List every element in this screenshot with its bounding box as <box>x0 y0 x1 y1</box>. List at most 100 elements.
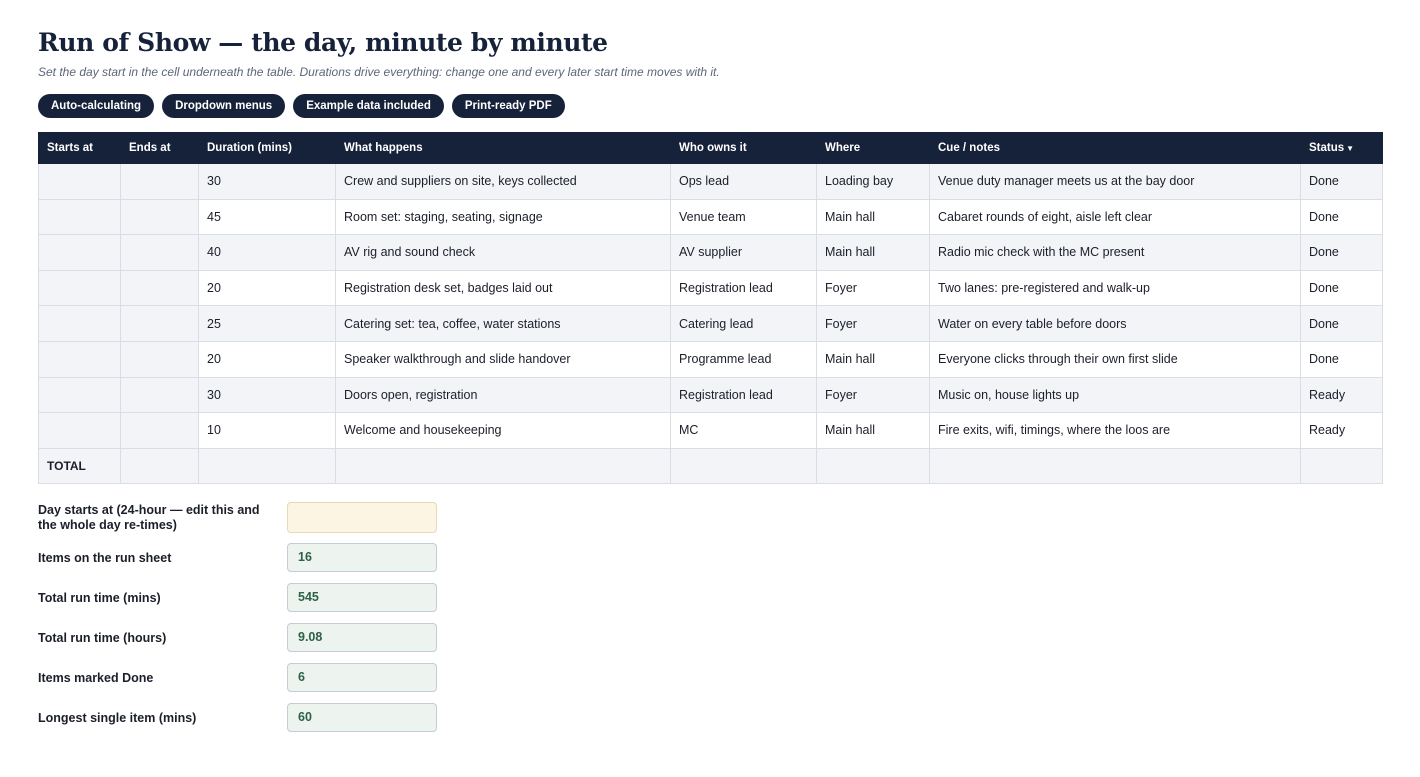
cell-status[interactable]: Done <box>1300 269 1383 307</box>
longest-label: Longest single item (mins) <box>38 711 197 725</box>
cell-owner[interactable]: Registration lead <box>670 376 817 414</box>
run-hours-label: Total run time (hours) <box>38 631 167 645</box>
day-start-input[interactable] <box>287 502 437 533</box>
cell-owner[interactable]: AV supplier <box>670 234 817 271</box>
cell-where[interactable]: Foyer <box>816 305 930 342</box>
cell-what[interactable]: Doors open, registration <box>335 376 671 414</box>
cell-duration[interactable]: 40 <box>198 234 336 271</box>
total-cell <box>335 447 671 485</box>
cell-start[interactable] <box>38 376 121 414</box>
cell-duration[interactable]: 20 <box>198 340 336 378</box>
cell-what[interactable]: Room set: staging, seating, signage <box>335 198 671 236</box>
cell-owner[interactable]: Programme lead <box>670 340 817 378</box>
cell-notes[interactable]: Music on, house lights up <box>929 376 1301 414</box>
header-status[interactable]: Status ▼ <box>1300 132 1383 164</box>
cell-end[interactable] <box>120 198 199 236</box>
cell-end[interactable] <box>120 163 199 200</box>
cell-start[interactable] <box>38 412 121 449</box>
run-mins-label: Total run time (mins) <box>38 591 161 605</box>
cell-end[interactable] <box>120 234 199 271</box>
cell-start[interactable] <box>38 269 121 307</box>
cell-duration[interactable]: 30 <box>198 163 336 200</box>
total-cell <box>816 447 930 485</box>
cell-end[interactable] <box>120 305 199 342</box>
table-row: 25 Catering set: tea, coffee, water stat… <box>38 305 1383 342</box>
cell-where[interactable]: Main hall <box>816 198 930 236</box>
cell-start[interactable] <box>38 305 121 342</box>
cell-where[interactable]: Foyer <box>816 269 930 307</box>
run-sheet-table-wrapper: Starts at Ends at Duration (mins) What h… <box>38 132 1383 485</box>
cell-notes[interactable]: Two lanes: pre-registered and walk-up <box>929 269 1301 307</box>
cell-duration[interactable]: 25 <box>198 305 336 342</box>
cell-owner[interactable]: Registration lead <box>670 269 817 307</box>
page-title: Run of Show — the day, minute by minute <box>38 28 608 57</box>
cell-end[interactable] <box>120 412 199 449</box>
cell-notes[interactable]: Fire exits, wifi, timings, where the loo… <box>929 412 1301 449</box>
table-row: 40 AV rig and sound check AV supplier Ma… <box>38 234 1383 271</box>
pill-print-ready: Print-ready PDF <box>451 94 565 118</box>
header-duration: Duration (mins) <box>198 132 336 164</box>
cell-notes[interactable]: Water on every table before doors <box>929 305 1301 342</box>
cell-start[interactable] <box>38 163 121 200</box>
cell-end[interactable] <box>120 269 199 307</box>
cell-status[interactable]: Done <box>1300 198 1383 236</box>
cell-notes[interactable]: Venue duty manager meets us at the bay d… <box>929 163 1301 200</box>
cell-status[interactable]: Done <box>1300 305 1383 342</box>
cell-start[interactable] <box>38 340 121 378</box>
cell-owner[interactable]: MC <box>670 412 817 449</box>
cell-status[interactable]: Ready <box>1300 412 1383 449</box>
header-notes: Cue / notes <box>929 132 1301 164</box>
header-ends-at: Ends at <box>120 132 199 164</box>
pill-auto-calculating: Auto-calculating <box>38 94 155 118</box>
cell-end[interactable] <box>120 340 199 378</box>
cell-what[interactable]: Registration desk set, badges laid out <box>335 269 671 307</box>
table-row: 20 Registration desk set, badges laid ou… <box>38 269 1383 307</box>
day-start-label: Day starts at (24-hour — edit this and t… <box>38 503 260 532</box>
dropdown-caret-icon[interactable]: ▼ <box>1346 144 1354 153</box>
cell-owner[interactable]: Catering lead <box>670 305 817 342</box>
done-value: 6 <box>287 663 437 692</box>
total-cell <box>198 447 336 485</box>
items-value: 16 <box>287 543 437 572</box>
cell-notes[interactable]: Cabaret rounds of eight, aisle left clea… <box>929 198 1301 236</box>
cell-status[interactable]: Done <box>1300 234 1383 271</box>
feature-pills: Auto-calculating Dropdown menus Example … <box>38 94 565 118</box>
total-cell <box>120 447 199 485</box>
cell-duration[interactable]: 20 <box>198 269 336 307</box>
cell-start[interactable] <box>38 198 121 236</box>
cell-duration[interactable]: 45 <box>198 198 336 236</box>
cell-notes[interactable]: Everyone clicks through their own first … <box>929 340 1301 378</box>
pill-dropdown-menus: Dropdown menus <box>162 94 286 118</box>
header-status-label: Status <box>1309 142 1345 154</box>
summary-done: Items marked Done 6 <box>38 663 458 693</box>
cell-notes[interactable]: Radio mic check with the MC present <box>929 234 1301 271</box>
summary-longest: Longest single item (mins) 60 <box>38 703 458 733</box>
cell-end[interactable] <box>120 376 199 414</box>
table-row: 20 Speaker walkthrough and slide handove… <box>38 340 1383 378</box>
cell-where[interactable]: Loading bay <box>816 163 930 200</box>
cell-where[interactable]: Main hall <box>816 412 930 449</box>
cell-where[interactable]: Foyer <box>816 376 930 414</box>
run-mins-value: 545 <box>287 583 437 612</box>
cell-where[interactable]: Main hall <box>816 234 930 271</box>
cell-start[interactable] <box>38 234 121 271</box>
cell-what[interactable]: Crew and suppliers on site, keys collect… <box>335 163 671 200</box>
cell-where[interactable]: Main hall <box>816 340 930 378</box>
table-row: 30 Doors open, registration Registration… <box>38 376 1383 414</box>
cell-owner[interactable]: Venue team <box>670 198 817 236</box>
cell-owner[interactable]: Ops lead <box>670 163 817 200</box>
cell-what[interactable]: Speaker walkthrough and slide handover <box>335 340 671 378</box>
page-subtitle: Set the day start in the cell underneath… <box>38 65 720 79</box>
cell-duration[interactable]: 30 <box>198 376 336 414</box>
total-label: TOTAL <box>38 447 121 485</box>
cell-what[interactable]: Catering set: tea, coffee, water station… <box>335 305 671 342</box>
cell-what[interactable]: Welcome and housekeeping <box>335 412 671 449</box>
summary-run-hours: Total run time (hours) 9.08 <box>38 623 458 653</box>
table-header-row: Starts at Ends at Duration (mins) What h… <box>38 132 1383 164</box>
cell-status[interactable]: Done <box>1300 163 1383 200</box>
cell-what[interactable]: AV rig and sound check <box>335 234 671 271</box>
cell-duration[interactable]: 10 <box>198 412 336 449</box>
header-owner: Who owns it <box>670 132 817 164</box>
cell-status[interactable]: Done <box>1300 340 1383 378</box>
cell-status[interactable]: Ready <box>1300 376 1383 414</box>
